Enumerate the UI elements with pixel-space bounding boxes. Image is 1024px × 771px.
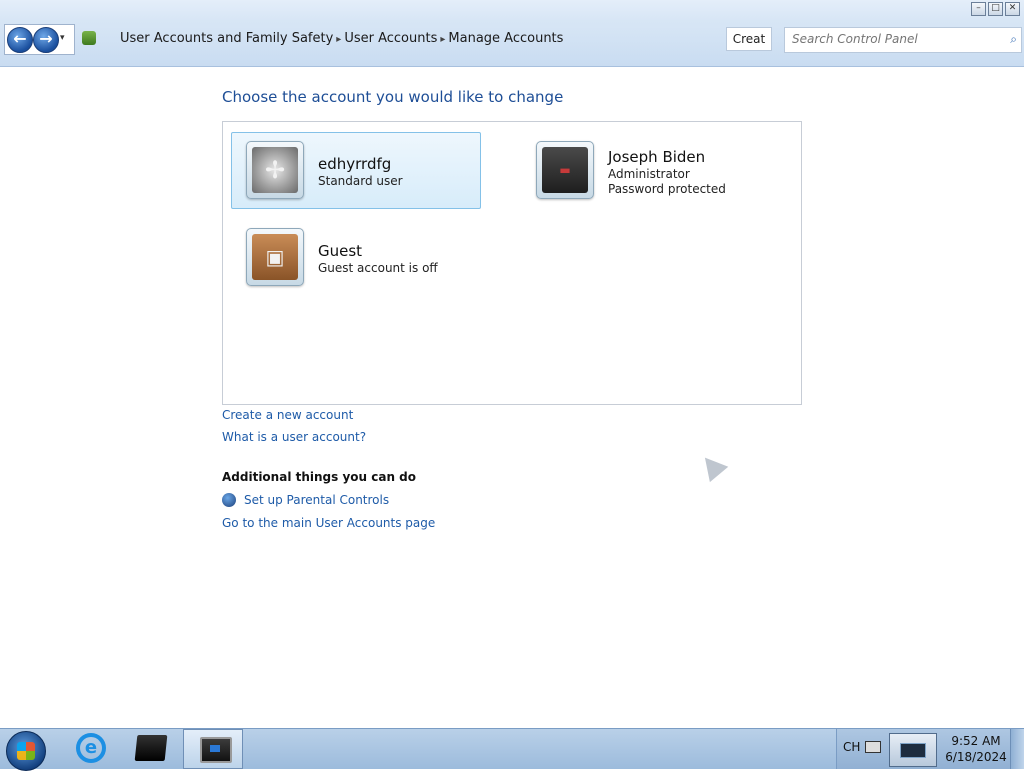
taskbar: e CH 9:52 AM 6/18/2024 (0, 728, 1024, 771)
breadcrumb-separator-icon[interactable]: ▸ (336, 34, 341, 45)
taskbar-control-panel[interactable] (183, 729, 243, 769)
language-indicator[interactable]: CH (843, 740, 860, 754)
address-bar[interactable]: User Accounts and Family Safety ▸ User Acc… (78, 27, 722, 51)
control-panel-icon (82, 31, 96, 45)
refresh-button[interactable]: Creat (726, 27, 772, 51)
account-name: Guest (318, 242, 363, 260)
taskbar-explorer[interactable] (120, 729, 180, 769)
account-tile-edhyrrdfg[interactable]: ✢ edhyrrdfg Standard user (231, 132, 481, 209)
parental-controls-link[interactable]: Set up Parental Controls (244, 493, 389, 507)
page-title: Choose the account you would like to cha… (222, 88, 564, 106)
breadcrumb-item-user-accounts[interactable]: User Accounts (344, 31, 437, 46)
refresh-label: Creat (732, 32, 766, 46)
account-tile-joseph-biden[interactable]: ▬ Joseph Biden Administrator Password pr… (521, 132, 771, 209)
internet-explorer-icon: e (76, 733, 106, 763)
box-icon (134, 735, 168, 761)
accounts-panel: ✢ edhyrrdfg Standard user ▬ Joseph Biden… (222, 121, 802, 405)
windows-logo-icon (17, 742, 35, 760)
taskbar-internet-explorer[interactable]: e (60, 729, 120, 769)
clock-time: 9:52 AM (951, 734, 1001, 748)
history-dropdown-icon[interactable]: ▾ (60, 33, 65, 43)
start-button[interactable] (6, 731, 46, 771)
additional-things-heading: Additional things you can do (222, 470, 417, 484)
back-arrow-icon: ← (13, 29, 27, 48)
search-box: ⌕ (784, 27, 1022, 53)
maximize-button[interactable]: □ (988, 2, 1003, 16)
tools-icon: ✢ (264, 156, 286, 184)
clock-date: 6/18/2024 (945, 750, 1007, 764)
keyboard-icon[interactable] (865, 741, 881, 753)
breadcrumb: User Accounts and Family Safety ▸ User Acc… (120, 31, 563, 46)
account-name: Joseph Biden (608, 148, 706, 166)
account-type: Guest account is off (318, 261, 438, 275)
avatar: ✢ (246, 141, 304, 199)
control-panel-window-icon (200, 737, 232, 763)
window-controls: – □ ✕ (971, 2, 1020, 16)
minimize-button[interactable]: – (971, 2, 986, 16)
account-tile-guest[interactable]: ▣ Guest Guest account is off (231, 219, 481, 296)
what-is-user-account-link[interactable]: What is a user account? (222, 430, 366, 444)
create-account-link[interactable]: Create a new account (222, 408, 353, 422)
system-tray: CH 9:52 AM 6/18/2024 (836, 729, 1024, 769)
breadcrumb-item-user-accounts-family-safety[interactable]: User Accounts and Family Safety (120, 31, 333, 46)
account-type: Standard user (318, 174, 403, 188)
account-type: Administrator (608, 167, 690, 181)
network-icon[interactable] (889, 733, 937, 767)
search-icon[interactable]: ⌕ (1010, 32, 1017, 47)
show-desktop-button[interactable] (1010, 729, 1024, 769)
parental-controls-icon (222, 493, 236, 507)
breadcrumb-item-manage-accounts[interactable]: Manage Accounts (448, 31, 563, 46)
search-input[interactable] (790, 31, 994, 47)
avatar: ▬ (536, 141, 594, 199)
mouse-pointer-icon (695, 449, 729, 483)
window-titlebar: – □ ✕ ← → ▾ User Accounts and Family Saf… (0, 0, 1024, 67)
account-password-status: Password protected (608, 182, 726, 196)
title-strip (0, 0, 1024, 20)
back-button[interactable]: ← (7, 27, 33, 53)
forward-button[interactable]: → (33, 27, 59, 53)
navigation-buttons: ← → ▾ (4, 24, 75, 55)
close-button[interactable]: ✕ (1005, 2, 1020, 16)
main-user-accounts-link[interactable]: Go to the main User Accounts page (222, 516, 435, 530)
clock[interactable]: 9:52 AM 6/18/2024 (941, 733, 1011, 765)
briefcase-icon: ▣ (265, 245, 285, 269)
account-name: edhyrrdfg (318, 155, 392, 173)
screen-icon: ▬ (559, 163, 571, 177)
breadcrumb-separator-icon[interactable]: ▸ (440, 34, 445, 45)
avatar: ▣ (246, 228, 304, 286)
forward-arrow-icon: → (39, 29, 53, 48)
